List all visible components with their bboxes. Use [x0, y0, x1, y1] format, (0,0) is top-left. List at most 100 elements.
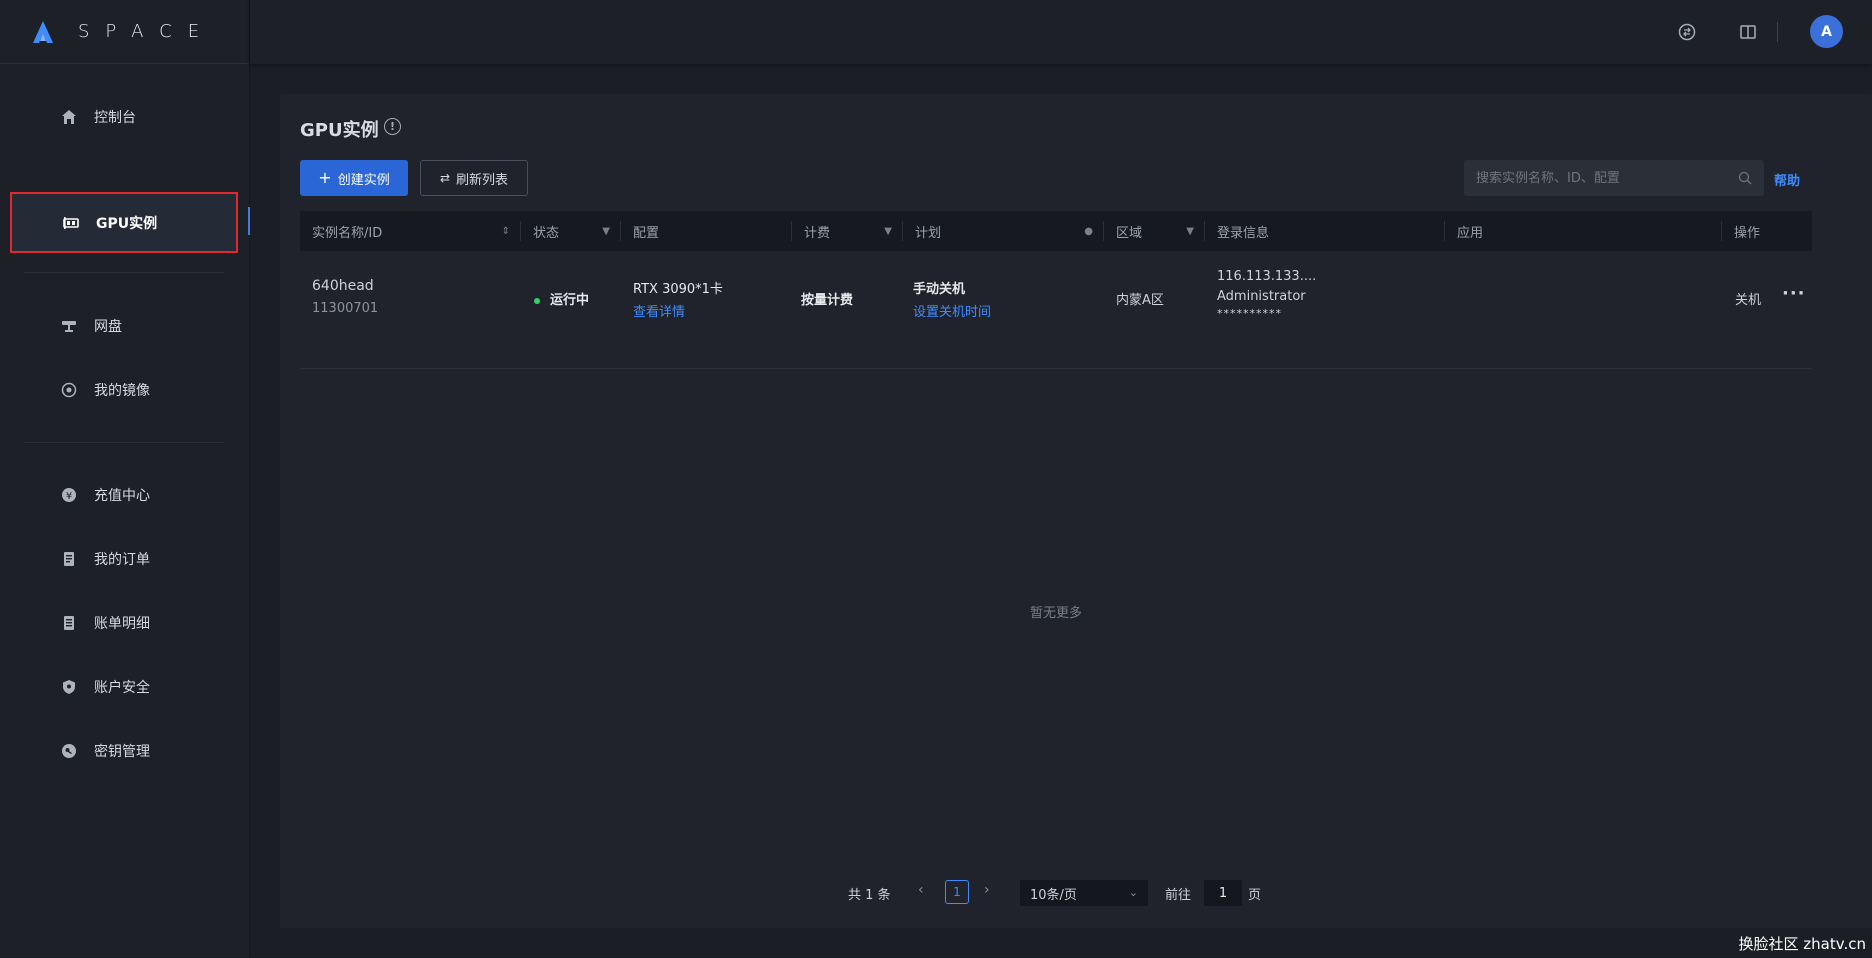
- avatar[interactable]: A: [1810, 15, 1843, 48]
- column-label: 计划: [915, 225, 942, 241]
- column-header-region[interactable]: 区域 ▼: [1104, 211, 1204, 251]
- column-header-actions: 操作: [1722, 211, 1812, 251]
- info-dot-icon[interactable]: ●: [1084, 226, 1093, 237]
- column-header-name[interactable]: 实例名称/ID ⇕: [300, 211, 520, 251]
- nav-divider: [24, 272, 224, 273]
- plus-icon: +: [318, 168, 332, 187]
- sidebar-item-label: GPU实例: [96, 215, 158, 232]
- billing-value: 按量计费: [801, 293, 854, 308]
- column-label: 配置: [633, 225, 660, 241]
- search-box: [1464, 160, 1764, 196]
- empty-state-text: 暂无更多: [1029, 606, 1082, 621]
- region-value: 内蒙A区: [1116, 293, 1164, 308]
- svg-text:¥: ¥: [66, 491, 72, 502]
- table-row: 640head 11300701 运行中 RTX 3090*1卡 查看详情 按量…: [300, 251, 1812, 369]
- create-instance-label: 创建实例: [337, 172, 390, 188]
- nav-divider: [24, 442, 224, 443]
- sidebar-item-account-security[interactable]: 账户安全: [10, 657, 238, 717]
- pagination: 共 1 条 ‹ 1 › 10条/页 ⌄ 前往 页: [280, 878, 1872, 908]
- page-suffix: 页: [1248, 888, 1262, 903]
- image-icon: [60, 381, 78, 399]
- logo-text: SPACE: [78, 21, 216, 42]
- instance-name: 640head: [312, 278, 374, 294]
- sidebar-item-label: 账户安全: [94, 680, 150, 696]
- refresh-list-label: 刷新列表: [456, 172, 509, 188]
- column-header-status[interactable]: 状态 ▼: [521, 211, 620, 251]
- shutdown-button[interactable]: 关机: [1735, 289, 1761, 308]
- sidebar-item-billing[interactable]: 账单明细: [10, 593, 238, 653]
- column-label: 区域: [1116, 225, 1143, 241]
- order-icon: [60, 550, 78, 568]
- refresh-list-button[interactable]: ⇄ 刷新列表: [420, 160, 528, 196]
- book-icon[interactable]: [1736, 20, 1760, 44]
- sidebar-item-key-management[interactable]: 密钥管理: [10, 721, 238, 781]
- page-number-current[interactable]: 1: [945, 880, 969, 904]
- sidebar-item-label: 控制台: [94, 110, 136, 126]
- logo[interactable]: SPACE: [0, 0, 249, 64]
- help-link[interactable]: 帮助: [1774, 170, 1800, 189]
- login-ip[interactable]: 116.113.133....: [1217, 269, 1316, 284]
- sidebar-item-recharge[interactable]: ¥ 充值中心: [10, 465, 238, 525]
- sidebar-item-label: 密钥管理: [94, 744, 150, 760]
- instance-id: 11300701: [312, 301, 379, 316]
- login-user[interactable]: Administrator: [1217, 289, 1306, 304]
- sidebar-item-console[interactable]: 控制台: [10, 87, 238, 147]
- plan-value: 手动关机: [913, 282, 966, 297]
- shield-icon: [60, 678, 78, 696]
- sidebar-item-netdisk[interactable]: 网盘: [10, 296, 238, 356]
- sidebar: SPACE 控制台 GPU实例 网盘 我的镜像 ¥ 充值中心 我的订单 账单明细…: [0, 0, 250, 958]
- search-input[interactable]: [1476, 170, 1738, 186]
- column-header-config: 配置: [621, 211, 791, 251]
- column-header-billing[interactable]: 计费 ▼: [792, 211, 902, 251]
- page-size-select[interactable]: 10条/页 ⌄: [1020, 880, 1148, 906]
- page-size-value: 10条/页: [1030, 887, 1077, 903]
- watermark-text: 换脸社区 zhatv.cn: [1738, 935, 1866, 953]
- sync-icon[interactable]: [1675, 20, 1699, 44]
- chevron-down-icon: ⌄: [1128, 886, 1138, 899]
- column-header-app: 应用: [1445, 211, 1715, 251]
- sort-icon[interactable]: ⇕: [502, 226, 510, 237]
- pagination-total: 共 1 条: [848, 888, 891, 903]
- table-header: 实例名称/ID ⇕ 状态 ▼ 配置 计费 ▼ 计划 ● 区域 ▼ 登录信息 应用…: [300, 211, 1812, 251]
- column-label: 计费: [804, 225, 831, 241]
- key-icon: [60, 742, 78, 760]
- home-icon: [60, 108, 78, 126]
- column-header-plan: 计划 ●: [903, 211, 1103, 251]
- gpu-icon: [62, 214, 80, 232]
- sidebar-item-label: 我的订单: [94, 552, 150, 568]
- sidebar-item-label: 我的镜像: [94, 383, 150, 399]
- bill-icon: [60, 614, 78, 632]
- info-icon[interactable]: !: [384, 118, 401, 135]
- prev-page-icon[interactable]: ‹: [918, 882, 924, 898]
- page-title: GPU实例: [300, 120, 379, 141]
- sidebar-item-label: 账单明细: [94, 616, 150, 632]
- login-password[interactable]: **********: [1217, 307, 1282, 320]
- goto-label: 前往: [1165, 888, 1192, 903]
- sidebar-item-label: 充值中心: [94, 488, 150, 504]
- sidebar-item-orders[interactable]: 我的订单: [10, 529, 238, 589]
- refresh-icon: ⇄: [439, 171, 451, 185]
- view-details-link[interactable]: 查看详情: [633, 301, 685, 320]
- search-icon[interactable]: [1738, 171, 1752, 185]
- topbar: A: [250, 0, 1872, 64]
- next-page-icon[interactable]: ›: [984, 882, 990, 898]
- status-dot: [534, 297, 540, 304]
- filter-icon[interactable]: ▼: [884, 226, 892, 237]
- column-label: 状态: [533, 225, 560, 241]
- yuan-icon: ¥: [60, 486, 78, 504]
- column-label: 应用: [1457, 225, 1484, 241]
- column-label: 操作: [1734, 225, 1761, 241]
- create-instance-button[interactable]: + 创建实例: [300, 160, 408, 196]
- config-value: RTX 3090*1卡: [633, 282, 723, 297]
- filter-icon[interactable]: ▼: [602, 226, 610, 237]
- filter-icon[interactable]: ▼: [1186, 226, 1194, 237]
- disk-icon: [60, 317, 78, 335]
- set-shutdown-time-link[interactable]: 设置关机时间: [913, 301, 991, 320]
- column-header-login-info: 登录信息: [1205, 211, 1415, 251]
- sidebar-item-my-images[interactable]: 我的镜像: [10, 360, 238, 420]
- sidebar-item-label: 网盘: [94, 319, 122, 335]
- sidebar-item-gpu-instances[interactable]: GPU实例: [10, 192, 238, 253]
- goto-page-input[interactable]: [1204, 880, 1242, 906]
- more-actions-icon[interactable]: ···: [1782, 283, 1806, 304]
- status-text: 运行中: [550, 293, 590, 308]
